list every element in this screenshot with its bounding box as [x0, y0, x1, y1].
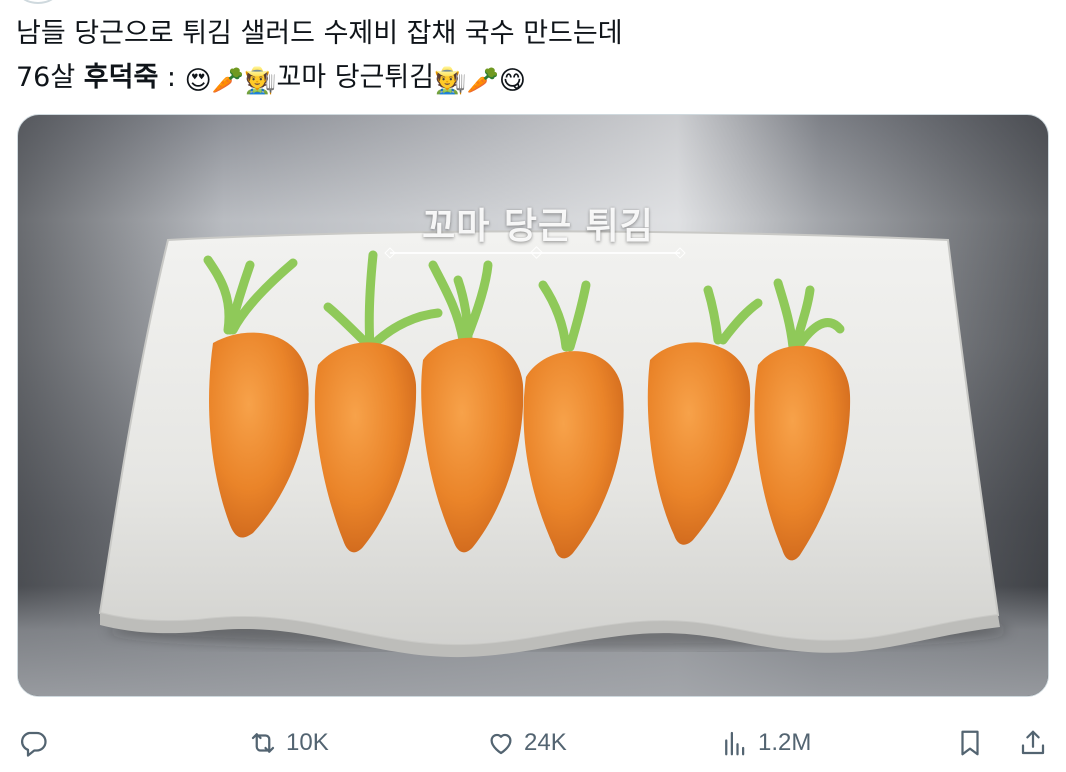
caption-divider: [390, 246, 680, 259]
tweet-actions-bar: 10K 24K 1.2M: [0, 718, 1066, 768]
dish-name-text: 꼬마 당근튀김: [276, 62, 435, 93]
reply-button[interactable]: [18, 718, 56, 768]
retweet-count: 10K: [286, 729, 329, 756]
bookmark-icon: [961, 730, 979, 756]
retweet-button[interactable]: 10K: [248, 718, 329, 768]
author-avatar-edge[interactable]: [18, 0, 58, 4]
views-chart-icon: [725, 731, 745, 756]
like-count: 24K: [524, 729, 567, 756]
retweet-icon: [251, 733, 275, 753]
farmer-emoji-icon: 🧑‍🌾: [244, 66, 277, 96]
reply-icon: [21, 731, 47, 757]
heart-eyes-emoji-icon: 😍: [184, 66, 212, 96]
like-button[interactable]: 24K: [486, 718, 567, 768]
share-button[interactable]: [1018, 718, 1048, 768]
farmer-emoji-icon-2: 🧑‍🌾: [434, 66, 467, 96]
heart-icon: [490, 733, 512, 755]
share-icon: [1021, 730, 1045, 755]
tweet-line-2: 76살 후덕죽 : 😍🥕🧑‍🌾꼬마 당근튀김🧑‍🌾🥕😋: [16, 56, 1046, 103]
colon-text: :: [158, 62, 185, 93]
tweet-media-image[interactable]: 꼬마 당근 튀김: [17, 114, 1049, 697]
carrot-emoji-icon-2: 🥕: [466, 66, 499, 96]
views-count: 1.2M: [758, 729, 812, 756]
bookmark-button[interactable]: [955, 718, 985, 768]
age-text: 76살: [16, 62, 84, 93]
yum-emoji-icon: 😋: [498, 66, 526, 96]
chef-name: 후덕죽: [83, 62, 159, 93]
views-button[interactable]: 1.2M: [720, 718, 811, 768]
tweet-text: 남들 당근으로 튀김 샐러드 수제비 잡채 국수 만드는데 76살 후덕죽 : …: [16, 12, 1046, 103]
video-caption: 꼬마 당근 튀김: [422, 206, 654, 247]
tweet-line-1: 남들 당근으로 튀김 샐러드 수제비 잡채 국수 만드는데: [16, 18, 623, 49]
carrot-emoji-icon: 🥕: [211, 66, 245, 96]
